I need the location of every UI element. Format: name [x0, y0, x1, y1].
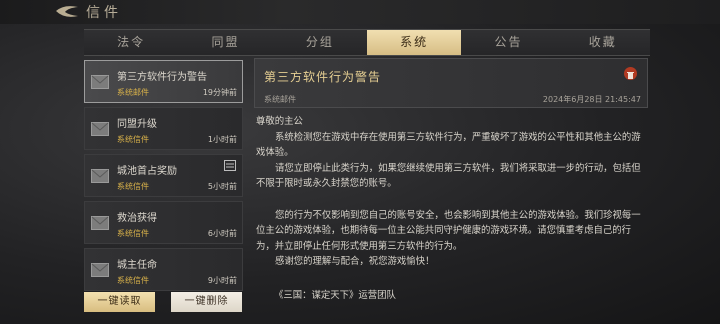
mail-time: 19分钟前: [202, 88, 237, 97]
envelope-icon: [91, 122, 109, 136]
mail-source: 系统信件: [117, 229, 149, 238]
mail-greeting: 尊敬的主公: [256, 116, 303, 127]
mail-signature: 《三国：谋定天下》运营团队: [274, 290, 396, 301]
tab-system[interactable]: 系统: [366, 30, 462, 55]
mail-time: 1小时前: [207, 135, 237, 144]
top-bar: 信件: [0, 0, 720, 24]
trash-icon[interactable]: [624, 67, 637, 80]
envelope-icon: [91, 263, 109, 277]
mail-title: 城主任命: [117, 260, 157, 271]
envelope-icon: [91, 75, 109, 89]
mail-title: 第三方软件行为警告: [117, 72, 207, 83]
tab-favorites[interactable]: 收藏: [556, 30, 650, 55]
mail-title: 同盟升级: [117, 119, 157, 130]
envelope-icon: [91, 169, 109, 183]
mail-source: 系统邮件: [117, 88, 149, 97]
mail-detail-header: 第三方软件行为警告 系统邮件 2024年6月28日 21:45:47: [254, 58, 648, 108]
mail-detail: 第三方软件行为警告 系统邮件 2024年6月28日 21:45:47 尊敬的主公…: [254, 58, 648, 316]
tab-announcement[interactable]: 公告: [461, 30, 555, 55]
tab-bar: 法令 同盟 分组 系统 公告 收藏: [84, 29, 650, 56]
tab-alliance[interactable]: 同盟: [178, 30, 272, 55]
mail-paragraph: 您的行为不仅影响到您自己的账号安全，也会影响到其他主公的游戏体验。我们珍视每一位…: [256, 209, 641, 252]
mail-source: 系统信件: [117, 135, 149, 144]
mail-time: 5小时前: [207, 182, 237, 191]
mail-detail-sender: 系统邮件: [264, 95, 296, 104]
mail-time: 6小时前: [207, 229, 237, 238]
mail-source: 系统信件: [117, 276, 149, 285]
mail-title: 救治获得: [117, 213, 157, 224]
mail-paragraph: 感谢您的理解与配合，祝您游戏愉快！: [275, 256, 435, 268]
envelope-icon: [91, 216, 109, 230]
mail-paragraph: 系统检测您在游戏中存在使用第三方软件行为，严重破坏了游戏的公平性和其他主公的游戏…: [256, 131, 641, 159]
mail-detail-date: 2024年6月28日 21:45:47: [542, 95, 641, 104]
document-icon: [224, 160, 236, 171]
delete-all-button[interactable]: 一键删除: [171, 292, 242, 312]
mail-time: 9小时前: [207, 276, 237, 285]
mail-title: 城池首占奖励: [117, 166, 177, 177]
mail-item[interactable]: 第三方软件行为警告 系统邮件 19分钟前: [84, 60, 243, 103]
mail-item[interactable]: 救治获得 系统信件 6小时前: [84, 201, 243, 244]
mail-item[interactable]: 同盟升级 系统信件 1小时前: [84, 107, 243, 150]
mail-source: 系统信件: [117, 182, 149, 191]
read-all-button[interactable]: 一键读取: [84, 292, 155, 312]
mail-detail-title: 第三方软件行为警告: [264, 70, 382, 84]
tab-decree[interactable]: 法令: [84, 30, 178, 55]
mail-body: 尊敬的主公 系统检测您在游戏中存在使用第三方软件行为，严重破坏了游戏的公平性和其…: [256, 114, 648, 270]
mail-paragraph: 请您立即停止此类行为，如果您继续使用第三方软件，我们将采取进一步的行动，包括但不…: [256, 162, 641, 190]
page-title: 信件: [86, 5, 122, 21]
back-arrow-icon[interactable]: [54, 4, 80, 19]
mail-item[interactable]: 城池首占奖励 系统信件 5小时前: [84, 154, 243, 197]
mail-list: 第三方软件行为警告 系统邮件 19分钟前 同盟升级 系统信件 1小时前 城池首占…: [84, 58, 243, 291]
tab-group[interactable]: 分组: [273, 30, 367, 55]
mail-item[interactable]: 城主任命 系统信件 9小时前: [84, 248, 243, 291]
